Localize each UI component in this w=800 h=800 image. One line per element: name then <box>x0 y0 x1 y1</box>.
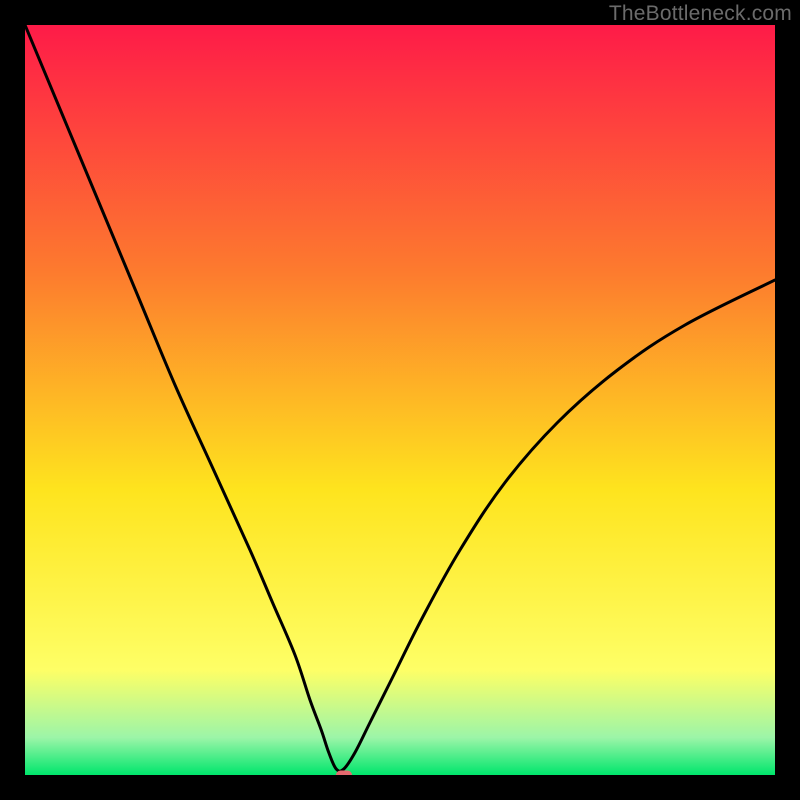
plot-svg <box>25 25 775 775</box>
plot-area <box>25 25 775 775</box>
chart-frame: TheBottleneck.com <box>0 0 800 800</box>
optimum-marker <box>336 771 352 776</box>
watermark-text: TheBottleneck.com <box>609 2 792 26</box>
